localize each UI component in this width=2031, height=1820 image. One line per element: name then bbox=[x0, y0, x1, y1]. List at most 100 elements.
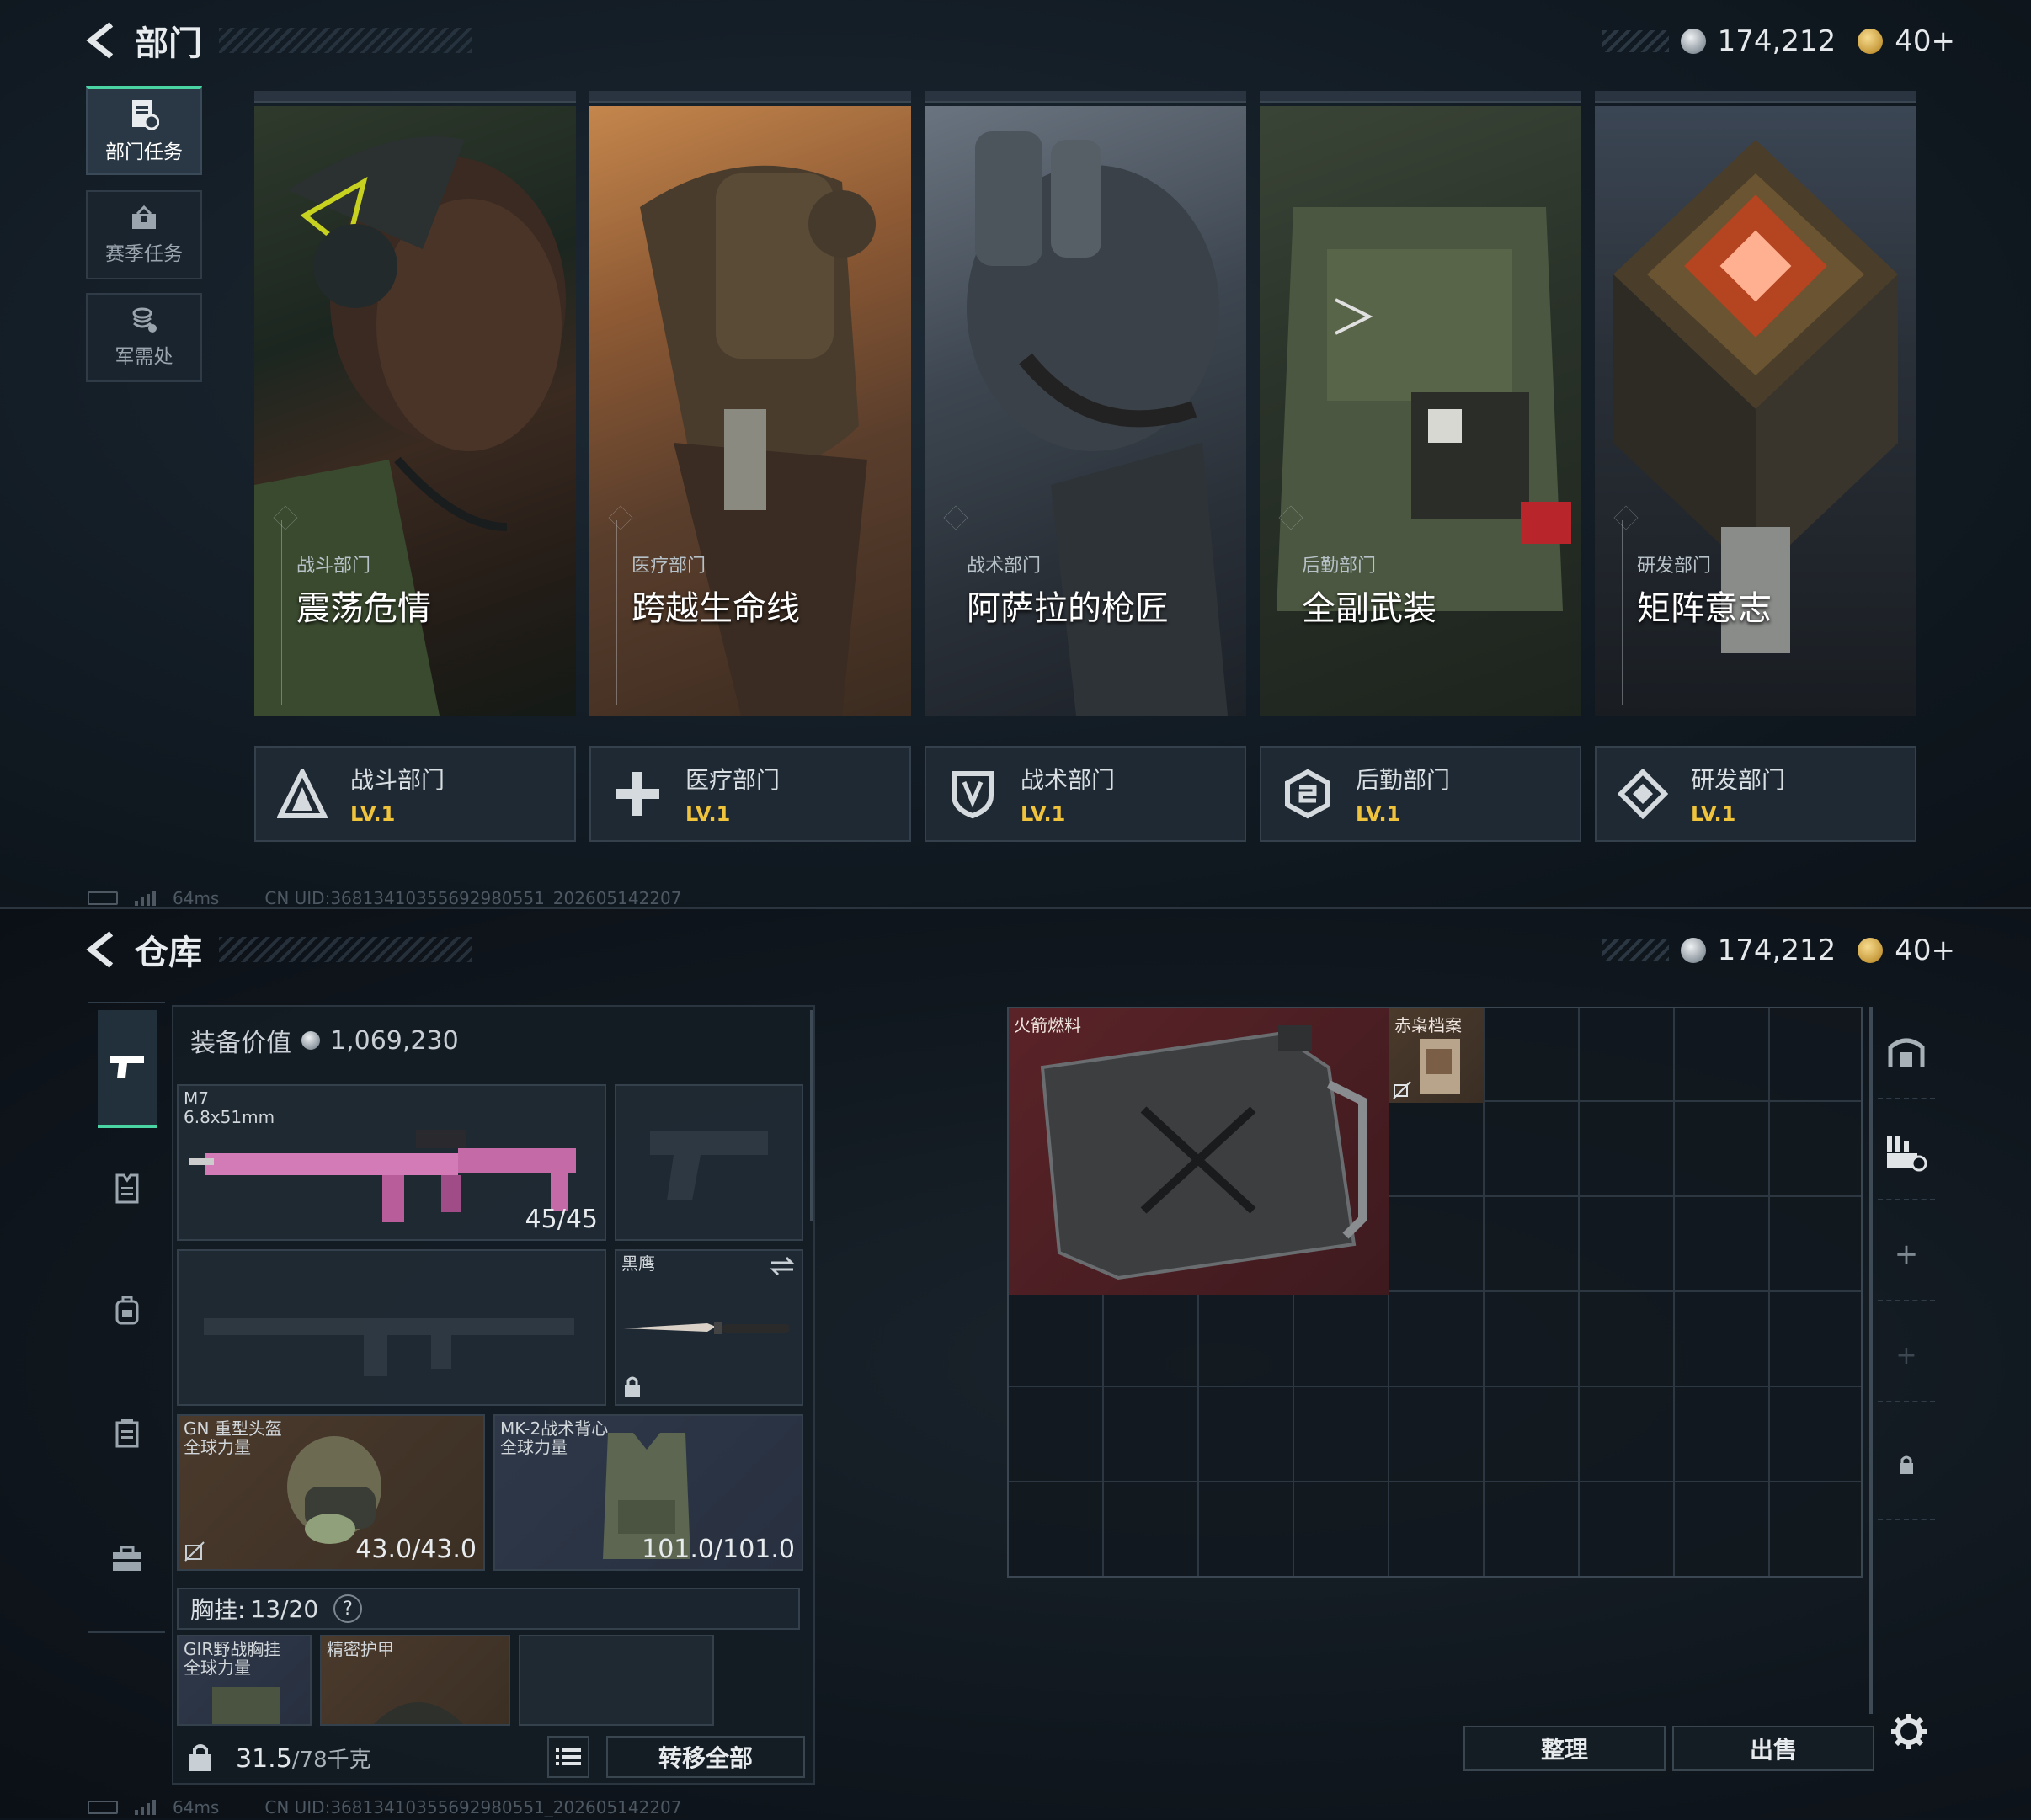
tile-label: 后勤部门 bbox=[1356, 766, 1451, 794]
chest-item-sub: 全球力量 bbox=[184, 1658, 251, 1678]
weapon-ammo: 45/45 bbox=[525, 1205, 598, 1234]
equipment-category-nav bbox=[88, 1002, 165, 1633]
slot-helmet[interactable]: GN 重型头盔 全球力量 43.0/43.0 bbox=[177, 1414, 485, 1571]
silver-coin-icon bbox=[301, 1031, 320, 1050]
back-arrow-icon bbox=[86, 931, 114, 968]
header-hatch bbox=[219, 28, 472, 53]
slot-body-armor[interactable]: MK-2战术背心 全球力量 101.0/101.0 bbox=[493, 1414, 803, 1571]
pistol-silhouette-icon bbox=[650, 1131, 768, 1200]
uid-text: CN UID:36813410355692980551_202605142207 bbox=[264, 888, 682, 907]
nav-toolbox[interactable] bbox=[98, 1500, 157, 1618]
nav-storage-add-2[interactable]: + bbox=[1878, 1310, 1935, 1402]
slot-secondary-weapon-empty[interactable] bbox=[177, 1249, 606, 1406]
nav-armor[interactable] bbox=[98, 1130, 157, 1248]
card-logistics-department[interactable]: 后勤部门 全副武装 bbox=[1260, 91, 1581, 732]
weight-capacity: /78千克 bbox=[291, 1747, 371, 1773]
coins-stack-icon bbox=[132, 307, 157, 333]
department-screen: 部门 174,212 40+ 部门任务 赛季任务 军需处 战斗部门 震荡危情 医… bbox=[0, 0, 2031, 907]
medical-cross-icon bbox=[616, 772, 659, 816]
slot-sidearm-empty[interactable] bbox=[615, 1084, 803, 1241]
gold-amount: 40+ bbox=[1895, 24, 1955, 58]
chest-item-precision-armor[interactable]: 精密护甲 bbox=[320, 1635, 510, 1726]
slot-melee[interactable]: 黑鹰 bbox=[615, 1249, 803, 1406]
equipment-scrollbar[interactable] bbox=[810, 1010, 813, 1221]
chest-item-empty[interactable] bbox=[519, 1635, 714, 1726]
list-view-button[interactable] bbox=[547, 1736, 589, 1778]
helmet-name: GN 重型头盔 bbox=[184, 1418, 282, 1439]
help-icon[interactable]: ? bbox=[333, 1594, 363, 1623]
slot-primary-weapon[interactable]: M7 6.8x51mm 45/45 bbox=[177, 1084, 606, 1241]
back-button[interactable] bbox=[84, 21, 118, 60]
tile-logistics-department[interactable]: 后勤部门 LV.1 bbox=[1260, 746, 1581, 842]
nav-storage-main[interactable] bbox=[1878, 1007, 1935, 1099]
card-deco-line bbox=[281, 520, 282, 705]
card-strip bbox=[254, 91, 576, 103]
sidebar-item-quartermaster[interactable]: 军需处 bbox=[86, 293, 202, 382]
equipment-value-amount: 1,069,230 bbox=[330, 1025, 459, 1056]
storage-grid[interactable]: 火箭燃料 赤枭档案 bbox=[1007, 1007, 1863, 1578]
sort-button[interactable]: 整理 bbox=[1463, 1726, 1666, 1771]
card-strip bbox=[589, 91, 911, 103]
ping-text: 64ms bbox=[173, 1797, 220, 1817]
nav-storage-locked[interactable] bbox=[1878, 1411, 1935, 1520]
swap-icon bbox=[770, 1256, 795, 1276]
season-box-icon bbox=[132, 205, 156, 229]
file-folder-image bbox=[1420, 1039, 1460, 1094]
silver-amount: 174,212 bbox=[1717, 934, 1836, 967]
tile-label: 战术部门 bbox=[1021, 766, 1116, 794]
logistics-hex-icon bbox=[1285, 769, 1330, 819]
card-mission-name: 全副武装 bbox=[1302, 589, 1437, 628]
tile-level: LV.1 bbox=[350, 802, 396, 826]
settings-button[interactable] bbox=[1890, 1712, 1928, 1751]
nav-backpack[interactable] bbox=[98, 1251, 157, 1369]
nav-storage-expand[interactable] bbox=[1878, 1108, 1935, 1200]
card-deco-line bbox=[1622, 520, 1623, 705]
battery-icon bbox=[88, 891, 118, 905]
plus-icon: + bbox=[1894, 1237, 1919, 1271]
nav-storage-add[interactable]: + bbox=[1878, 1209, 1935, 1301]
rifle-silhouette-icon bbox=[204, 1318, 574, 1376]
jerrycan-image bbox=[1040, 1025, 1367, 1280]
sidebar-item-season-missions[interactable]: 赛季任务 bbox=[86, 190, 202, 279]
lock-icon bbox=[1900, 1455, 1913, 1474]
research-diamond-icon bbox=[1618, 769, 1668, 819]
card-tactical-department[interactable]: 战术部门 阿萨拉的枪匠 bbox=[925, 91, 1246, 732]
card-medical-department[interactable]: 医疗部门 跨越生命线 bbox=[589, 91, 911, 732]
currency-hatch bbox=[1601, 30, 1669, 52]
silver-coin-icon bbox=[1680, 29, 1706, 54]
storage-item-red-owl-file[interactable]: 赤枭档案 bbox=[1389, 1008, 1484, 1103]
chest-rig-bar: 胸挂: 13/20 ? bbox=[177, 1588, 800, 1630]
rig-image bbox=[212, 1687, 280, 1724]
silver-coin-icon bbox=[1680, 938, 1706, 963]
tile-level: LV.1 bbox=[685, 802, 731, 826]
transfer-all-button[interactable]: 转移全部 bbox=[606, 1736, 805, 1778]
sidebar-item-department-missions[interactable]: 部门任务 bbox=[86, 86, 202, 175]
tile-research-department[interactable]: 研发部门 LV.1 bbox=[1595, 746, 1916, 842]
chest-item-name: 精密护甲 bbox=[327, 1639, 394, 1659]
vault-icon bbox=[1888, 1038, 1925, 1067]
card-dept-label: 战术部门 bbox=[967, 556, 1042, 577]
sell-button[interactable]: 出售 bbox=[1672, 1726, 1874, 1771]
card-mission-name: 矩阵意志 bbox=[1637, 589, 1772, 628]
tile-medical-department[interactable]: 医疗部门 LV.1 bbox=[589, 746, 911, 842]
knife-image bbox=[623, 1322, 790, 1334]
helmet-sub: 全球力量 bbox=[184, 1437, 251, 1457]
tile-tactical-department[interactable]: 战术部门 LV.1 bbox=[925, 746, 1246, 842]
card-mission-name: 阿萨拉的枪匠 bbox=[967, 589, 1169, 628]
gear-icon bbox=[1891, 1714, 1927, 1749]
card-combat-department[interactable]: 战斗部门 震荡危情 bbox=[254, 91, 576, 732]
armor-sub: 全球力量 bbox=[500, 1437, 568, 1457]
nav-weapons[interactable] bbox=[98, 1010, 157, 1128]
vest-icon bbox=[115, 1173, 139, 1204]
silver-amount: 174,212 bbox=[1717, 24, 1836, 58]
nav-case[interactable] bbox=[98, 1374, 157, 1492]
back-button[interactable] bbox=[84, 930, 118, 969]
storage-item-name: 赤枭档案 bbox=[1394, 1015, 1462, 1035]
header: 部门 bbox=[84, 19, 472, 63]
storage-item-rocket-fuel[interactable]: 火箭燃料 bbox=[1009, 1008, 1389, 1295]
back-arrow-icon bbox=[86, 22, 114, 59]
list-icon bbox=[556, 1748, 581, 1765]
card-research-department[interactable]: 研发部门 矩阵意志 bbox=[1595, 91, 1916, 732]
chest-item-gir-rig[interactable]: GIR野战胸挂 全球力量 bbox=[177, 1635, 312, 1726]
tile-combat-department[interactable]: 战斗部门 LV.1 bbox=[254, 746, 576, 842]
